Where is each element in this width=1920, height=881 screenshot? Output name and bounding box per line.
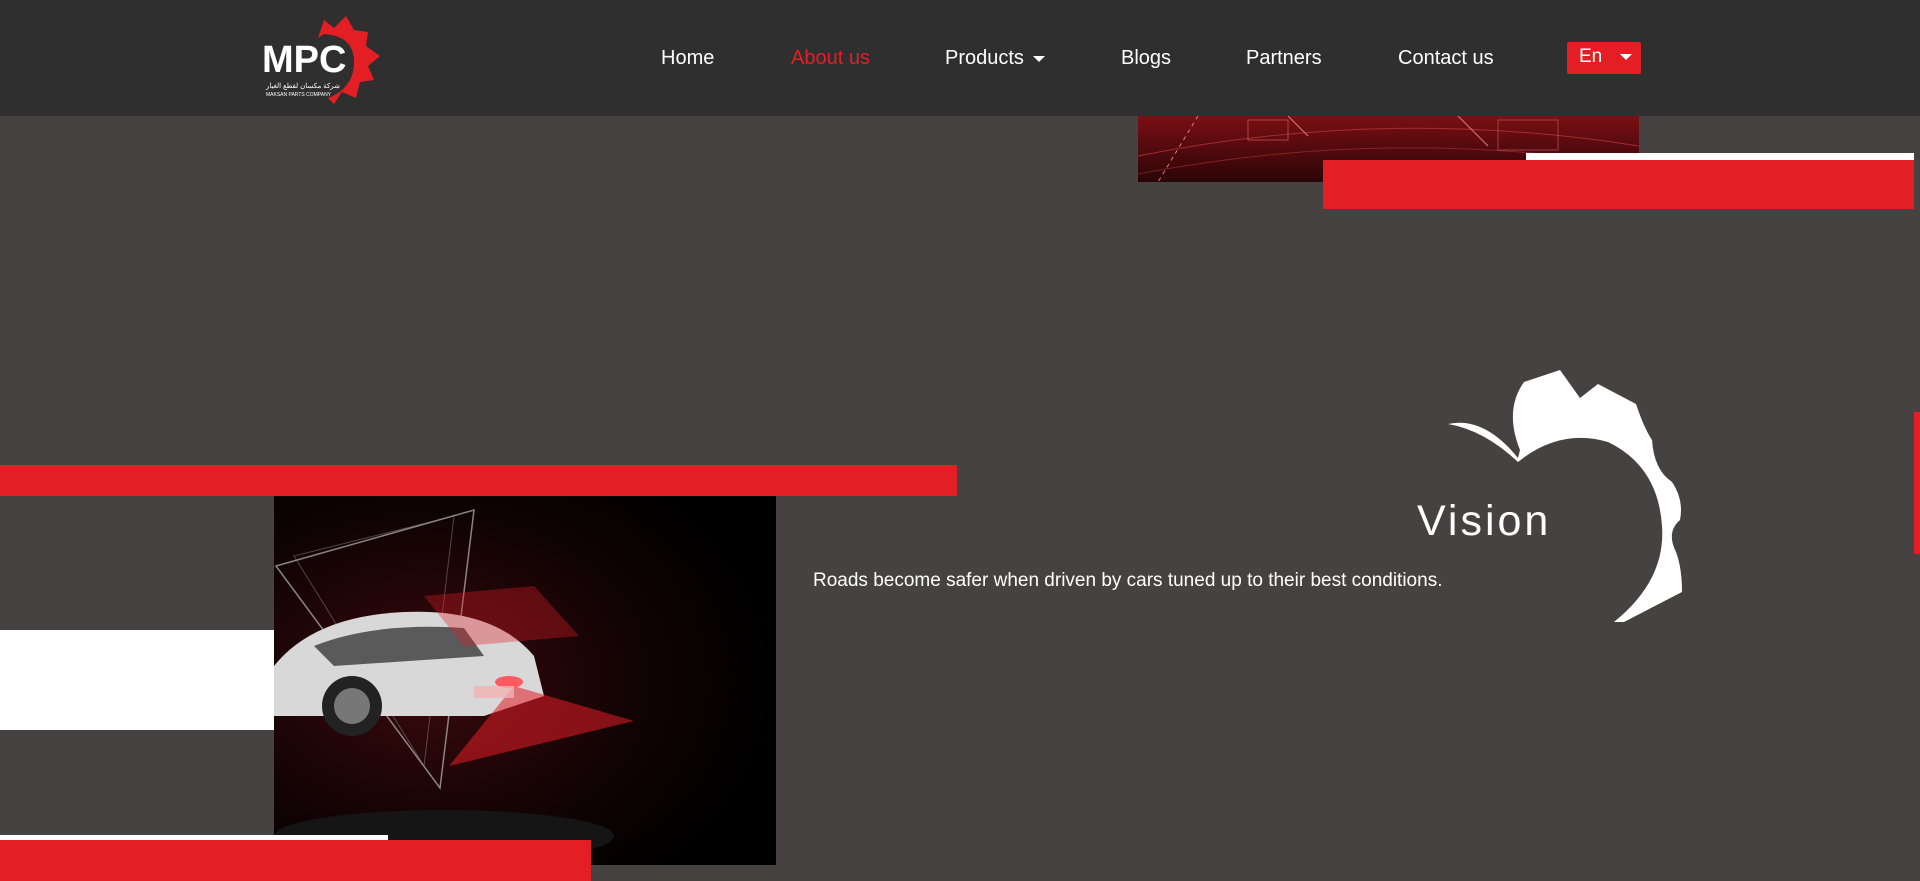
nav-blogs[interactable]: Blogs <box>1121 45 1171 71</box>
nav-contact-us[interactable]: Contact us <box>1398 45 1494 71</box>
language-label: En <box>1579 46 1603 67</box>
svg-text:MPC: MPC <box>262 39 346 81</box>
white-block <box>0 630 274 730</box>
futuristic-white-car-with-red-lasers-image <box>274 496 776 865</box>
nav-home[interactable]: Home <box>661 45 714 71</box>
nav-about-us[interactable]: About us <box>791 45 870 71</box>
red-stripe <box>0 465 957 496</box>
red-stripe <box>1323 160 1914 209</box>
mpc-logo-icon: MPC شركة مكسان لقطع الغيار MAKSAN PARTS … <box>262 16 380 104</box>
chevron-down-icon <box>1032 55 1045 62</box>
red-stripe <box>0 840 591 881</box>
vision-text: Roads become safer when driven by cars t… <box>813 570 1443 591</box>
nav-products[interactable]: Products <box>945 45 1045 71</box>
language-select[interactable]: En <box>1567 42 1641 74</box>
nav-products-label: Products <box>945 47 1024 69</box>
red-edge-stripe <box>1914 412 1920 554</box>
logo[interactable]: MPC شركة مكسان لقطع الغيار MAKSAN PARTS … <box>258 12 394 104</box>
vision-image <box>274 496 776 865</box>
svg-text:شركة مكسان لقطع الغيار: شركة مكسان لقطع الغيار <box>265 82 340 90</box>
svg-text:MAKSAN PARTS COMPANY: MAKSAN PARTS COMPANY <box>266 92 332 98</box>
vision-title: Vision <box>1417 497 1552 545</box>
chevron-down-icon <box>1620 53 1633 60</box>
navbar: MPC شركة مكسان لقطع الغيار MAKSAN PARTS … <box>0 0 1920 116</box>
nav-partners[interactable]: Partners <box>1246 45 1322 71</box>
